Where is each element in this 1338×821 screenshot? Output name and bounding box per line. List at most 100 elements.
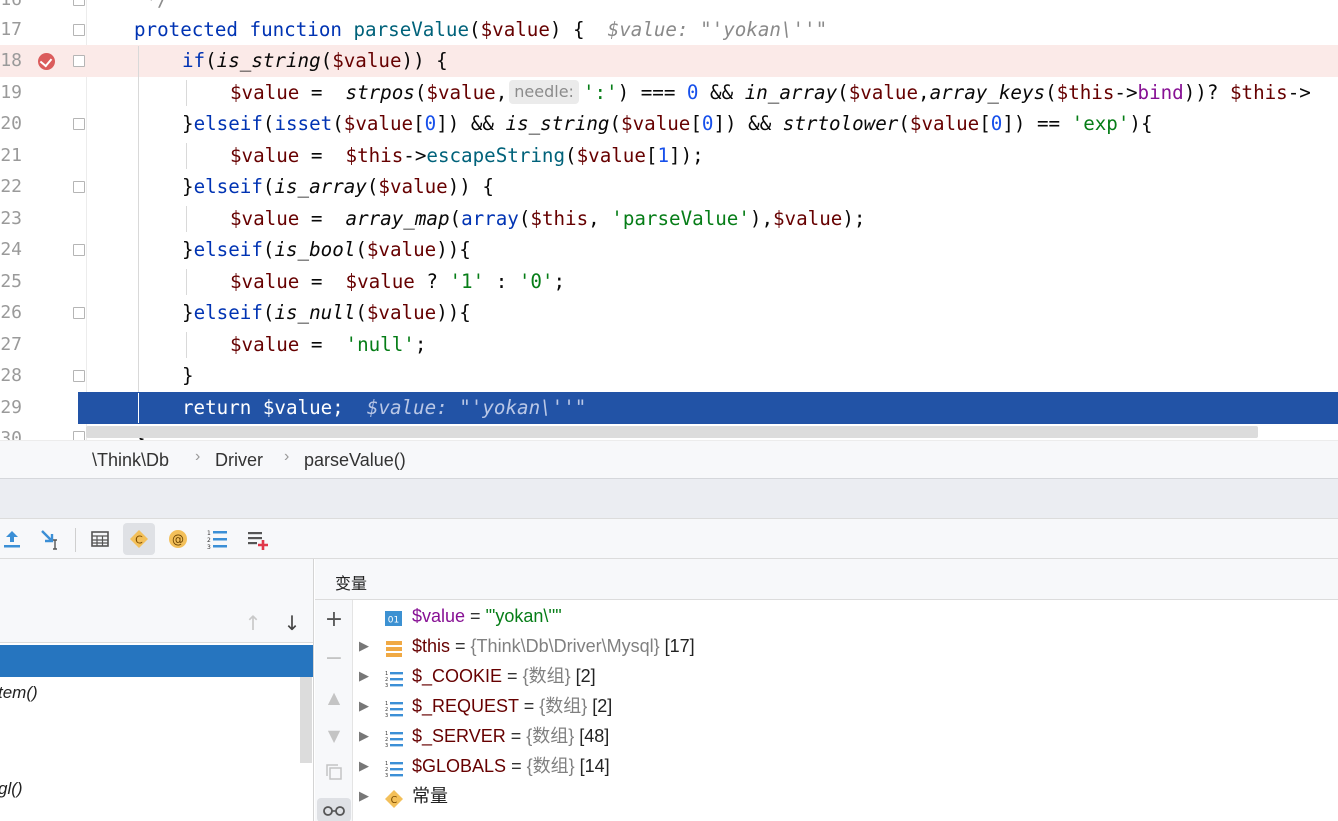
breadcrumb-item-namespace[interactable]: \Think\Db — [92, 450, 169, 471]
variable-name: $GLOBALS — [412, 756, 507, 776]
code-text: if(is_string($value)) { — [182, 49, 448, 72]
variable-row[interactable]: ▶ 123 $_REQUEST = {数组} [2] — [355, 691, 1335, 721]
toolbar-separator — [75, 528, 76, 552]
object-icon — [385, 637, 403, 657]
code-text: protected function parseValue($value) { … — [134, 18, 828, 41]
variable-row[interactable]: ▶ 123 $_SERVER = {数组} [48] — [355, 721, 1335, 751]
breakpoint-icon[interactable] — [38, 53, 55, 70]
fold-icon[interactable] — [73, 55, 85, 67]
arrow-down-icon[interactable]: ↓ — [280, 611, 304, 635]
fold-icon[interactable] — [73, 431, 85, 440]
variable-row[interactable]: ▶ $this = {Think\Db\Driver\Mysql} [17] — [355, 631, 1335, 661]
constants-icon[interactable]: C — [123, 523, 155, 555]
run-to-cursor-icon[interactable] — [34, 523, 66, 555]
variable-row[interactable]: ▶ 123 $_COOKIE = {数组} [2] — [355, 661, 1335, 691]
evaluate-expression-icon[interactable] — [84, 523, 116, 555]
expand-arrow-icon[interactable]: ▶ — [359, 691, 373, 721]
variables-title: 变量 — [315, 559, 1338, 600]
variable-name: $value — [412, 606, 466, 626]
code-line[interactable]: 23 $value = array_map(array($this, 'pars… — [0, 203, 1338, 235]
variable-row[interactable]: 01 $value = "'yokan\''" — [355, 601, 1335, 631]
breadcrumb-item-class[interactable]: Driver — [215, 450, 263, 471]
variable-value: "'yokan\''" — [485, 606, 562, 626]
line-number: 29 — [0, 397, 22, 418]
inline-value-hint: $value: "'yokan\''" — [607, 18, 828, 41]
svg-text:2: 2 — [207, 537, 211, 544]
variables-panel: 变量 + − ▲ ▼ 01 $value = "'yokan\''" ▶ $th… — [315, 559, 1338, 821]
frame-item[interactable]: gl() — [0, 773, 298, 805]
code-text: return $value; $value: "'yokan\''" — [182, 396, 587, 419]
code-line[interactable]: 22 }elseif(is_array($value)) { — [0, 171, 1338, 203]
fold-icon[interactable] — [73, 244, 85, 256]
array-icon: 123 — [385, 667, 403, 689]
variable-equals: = — [450, 636, 471, 656]
array-icon: 123 — [385, 727, 403, 749]
fold-icon[interactable] — [73, 307, 85, 319]
line-number: 24 — [0, 239, 22, 260]
duplicate-icon[interactable] — [322, 763, 346, 787]
indent-guide — [186, 269, 187, 295]
line-number: 21 — [0, 145, 22, 166]
code-line[interactable]: 26 }elseif(is_null($value)){ — [0, 297, 1338, 329]
variables-side-toolbar: + − ▲ ▼ — [315, 600, 353, 821]
line-number: 16 — [0, 0, 22, 15]
primitive-value-icon: 01 — [385, 607, 403, 626]
line-number: 17 — [0, 19, 22, 40]
step-out-icon[interactable] — [0, 523, 28, 555]
indent-guide — [186, 80, 187, 106]
line-number: 18 — [0, 50, 22, 71]
frame-item[interactable]: ) — [0, 705, 294, 737]
annotation-icon[interactable]: @ — [162, 523, 194, 555]
code-line[interactable]: 25 $value = $value ? '1' : '0'; — [0, 266, 1338, 298]
code-text: }elseif(is_bool($value)){ — [182, 238, 471, 261]
frame-item-selected[interactable] — [0, 645, 313, 677]
fold-icon[interactable] — [73, 370, 85, 382]
debug-toolbar: C @ 123 — [0, 518, 1338, 559]
arrow-up-icon[interactable]: ↑ — [241, 611, 265, 635]
code-line[interactable]: 28 } — [0, 360, 1338, 392]
vertical-scrollbar[interactable] — [300, 677, 312, 763]
frame-item[interactable] — [0, 737, 300, 769]
code-line[interactable]: 20 }elseif(isset($value[0]) && is_string… — [0, 108, 1338, 140]
code-text: }elseif(is_null($value)){ — [182, 301, 471, 324]
fold-icon[interactable] — [73, 181, 85, 193]
code-editor[interactable]: 16 */ 17 protected function parseValue($… — [0, 0, 1338, 440]
code-line[interactable]: 19 $value = strpos($value, needle: ':') ==… — [0, 77, 1338, 109]
expand-arrow-icon[interactable]: ▶ — [359, 721, 373, 751]
move-down-icon[interactable]: ▼ — [322, 724, 346, 748]
glasses-icon[interactable] — [317, 798, 351, 821]
move-up-icon[interactable]: ▲ — [322, 686, 346, 710]
add-icon[interactable]: + — [322, 608, 346, 632]
fold-icon[interactable] — [73, 118, 85, 130]
code-line-breakpoint[interactable]: 18 if(is_string($value)) { — [0, 45, 1338, 77]
list-icon[interactable]: 123 — [201, 523, 233, 555]
variable-name: $_COOKIE — [412, 666, 503, 686]
variable-row[interactable]: ▶ 123 $GLOBALS = {数组} [14] — [355, 751, 1335, 781]
add-watch-icon[interactable] — [241, 523, 273, 555]
remove-icon[interactable]: − — [322, 647, 346, 671]
variable-count: [48] — [574, 726, 610, 746]
svg-text:@: @ — [172, 533, 184, 547]
code-line[interactable]: 27 $value = 'null'; — [0, 329, 1338, 361]
svg-text:C: C — [135, 534, 143, 547]
expand-arrow-icon[interactable]: ▶ — [359, 631, 373, 661]
code-text: } — [182, 364, 194, 387]
variable-row[interactable]: ▶ C 常量 — [355, 781, 1335, 811]
fold-icon[interactable] — [73, 0, 85, 6]
breadcrumb: \Think\Db › Driver › parseValue() — [0, 440, 1338, 478]
code-line[interactable]: 24 }elseif(is_bool($value)){ — [0, 234, 1338, 266]
indent-guide — [186, 206, 187, 232]
expand-arrow-icon[interactable]: ▶ — [359, 661, 373, 691]
variable-type: {数组} — [522, 666, 571, 686]
expand-arrow-icon[interactable]: ▶ — [359, 751, 373, 781]
indent-guide — [138, 393, 139, 423]
fold-icon[interactable] — [73, 24, 85, 36]
code-text: }elseif(isset($value[0]) && is_string($v… — [182, 112, 1153, 135]
svg-text:3: 3 — [385, 683, 388, 688]
horizontal-scrollbar[interactable] — [86, 426, 1258, 438]
expand-arrow-icon[interactable]: ▶ — [359, 781, 373, 811]
breadcrumb-item-method[interactable]: parseValue() — [304, 450, 406, 471]
code-line[interactable]: 17 protected function parseValue($value)… — [0, 14, 1338, 46]
execution-point-line[interactable]: 29 return $value; $value: "'yokan\''" — [0, 392, 1338, 424]
code-line[interactable]: 21 $value = $this->escapeString($value[1… — [0, 140, 1338, 172]
